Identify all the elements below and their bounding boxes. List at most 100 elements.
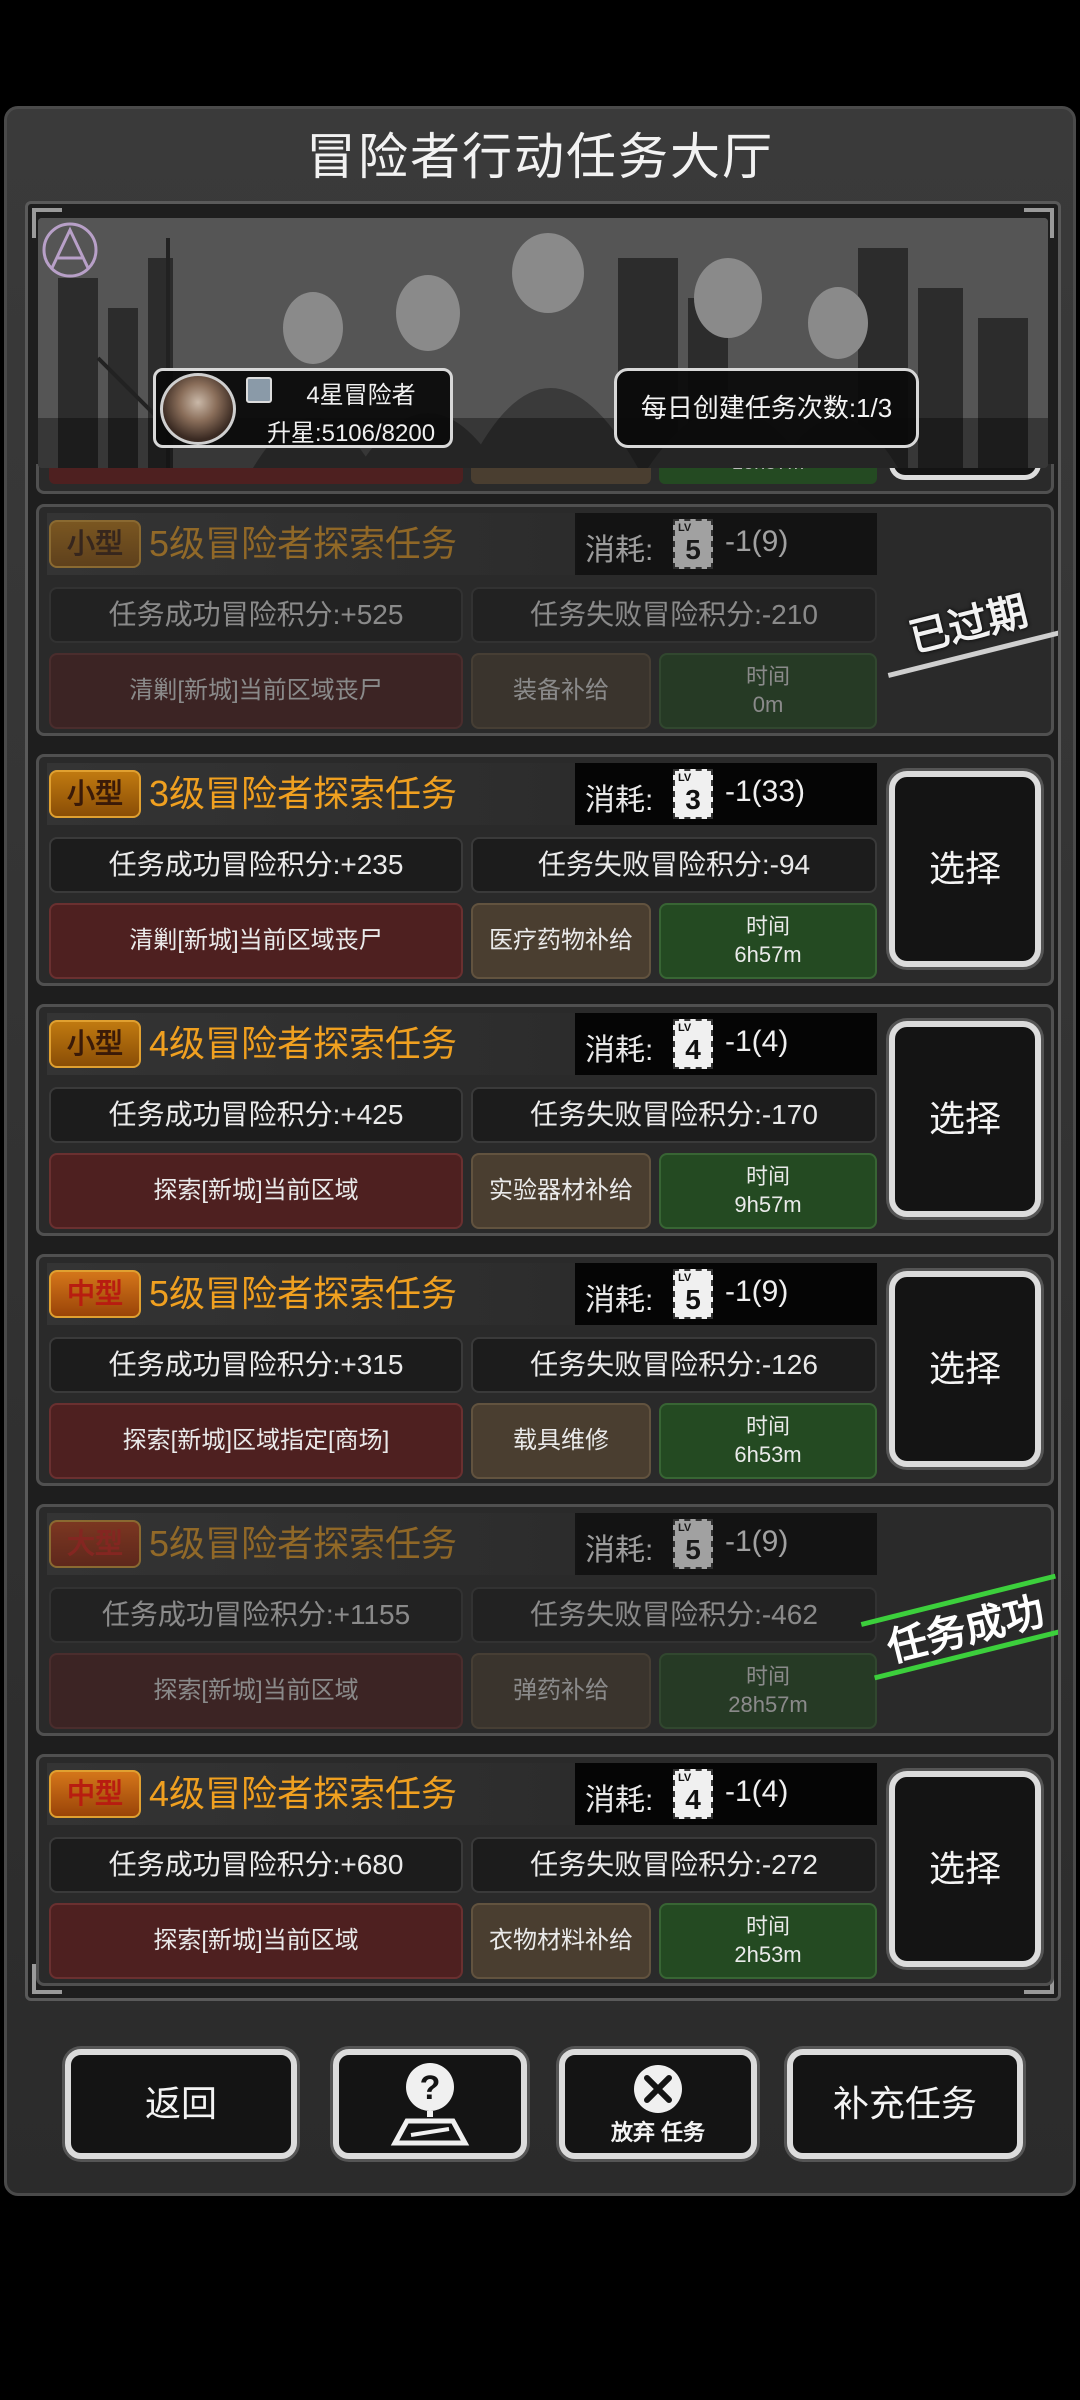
success-score: 任务成功冒险积分:+680 [49,1837,463,1893]
mission-title: 4级冒险者探索任务 [149,1773,458,1814]
mission-title: 5级冒险者探索任务 [149,523,458,564]
mission-list-frame[interactable]: 10h57m [25,201,1061,2001]
time-value: 28h57m [728,1692,808,1717]
mission-target: 探索[新城]当前区域 [49,1653,463,1729]
fail-score: 任务失败冒险积分:-272 [471,1837,877,1893]
mission-cost: 消耗: 4 -1(4) [575,1763,877,1825]
mission-time: 时间 28h57m [659,1653,877,1729]
level-ticket-icon: 5 [673,519,713,569]
time-value: 6h57m [734,942,802,967]
mission-title: 5级冒险者探索任务 [149,1523,458,1564]
level-ticket-icon: 3 [673,769,713,819]
success-score: 任务成功冒险积分:+1155 [49,1587,463,1643]
select-mission-button[interactable]: 选择 [889,1271,1041,1467]
mission-reward: 载具维修 [471,1403,651,1479]
expired-stamp: 已过期 [874,576,1058,678]
time-value: 0m [752,692,784,717]
mission-card: 大型 5级冒险者探索任务 消耗: 5 -1(9) 任务成功冒险积分:+1155 … [36,1504,1058,1736]
mission-cost: 消耗: 5 -1(9) [575,1513,877,1575]
cost-value: -1(4) [725,1025,789,1058]
fail-score: 任务失败冒险积分:-126 [471,1337,877,1393]
fail-score: 任务失败冒险积分:-94 [471,837,877,893]
cost-value: -1(9) [725,1525,789,1558]
mission-target: 探索[新城]当前区域 [49,1153,463,1229]
time-value: 9h57m [734,1192,802,1217]
abandon-mission-label: 放弃 任务 [610,2120,706,2145]
mission-card: 中型 5级冒险者探索任务 消耗: 5 -1(9) 任务成功冒险积分:+315 任… [36,1254,1054,1486]
cost-label: 消耗: [585,534,654,567]
select-mission-button[interactable]: 选择 [889,1021,1041,1217]
page-title: 冒险者行动任务大厅 [306,129,774,185]
success-score: 任务成功冒险积分:+425 [49,1087,463,1143]
help-button[interactable]: ? [333,2049,527,2159]
faction-emblem-icon [42,222,98,278]
time-label: 时间 [745,664,790,689]
fail-score: 任务失败冒险积分:-210 [471,587,877,643]
rank-title: 4星冒险者 [306,382,416,409]
cost-label: 消耗: [585,1784,654,1817]
mission-reward: 衣物材料补给 [471,1903,651,1979]
cost-value: -1(9) [725,525,789,558]
mission-reward: 实验器材补给 [471,1153,651,1229]
mission-size-badge: 小型 [49,520,141,568]
mission-size-badge: 大型 [49,1520,141,1568]
time-value: 2h53m [734,1942,802,1967]
mission-cost: 消耗: 4 -1(4) [575,1013,877,1075]
select-mission-button[interactable]: 选择 [889,1771,1041,1967]
mission-target: 探索[新城]区域指定[商场] [49,1403,463,1479]
back-button[interactable]: 返回 [65,2049,297,2159]
time-label: 时间 [745,1414,790,1439]
success-score: 任务成功冒险积分:+235 [49,837,463,893]
supplement-mission-label: 补充任务 [832,2083,977,2124]
level-ticket-icon: 4 [673,1019,713,1069]
cost-label: 消耗: [585,1034,654,1067]
mission-reward: 弹药补给 [471,1653,651,1729]
fail-score: 任务失败冒险积分:-462 [471,1587,877,1643]
time-label: 时间 [745,1164,790,1189]
mission-card: 小型 3级冒险者探索任务 消耗: 3 -1(33) 任务成功冒险积分:+235 … [36,754,1054,986]
abandon-mission-button[interactable]: 放弃 任务 [559,2049,757,2159]
success-score: 任务成功冒险积分:+525 [49,587,463,643]
mission-time: 时间 9h57m [659,1153,877,1229]
cost-value: -1(4) [725,1775,789,1808]
mission-card: 中型 4级冒险者探索任务 消耗: 4 -1(4) 任务成功冒险积分:+680 任… [36,1754,1054,1986]
supplement-mission-button[interactable]: 补充任务 [787,2049,1023,2159]
mission-target: 探索[新城]当前区域 [49,1903,463,1979]
mission-time: 时间 6h57m [659,903,877,979]
mission-cost: 消耗: 5 -1(9) [575,513,877,575]
mission-target: 清剿[新城]当前区域丧尸 [49,903,463,979]
mission-title: 5级冒险者探索任务 [149,1273,458,1314]
mission-card: 小型 4级冒险者探索任务 消耗: 4 -1(4) 任务成功冒险积分:+425 任… [36,1004,1054,1236]
cost-label: 消耗: [585,784,654,817]
mission-size-badge: 小型 [49,1020,141,1068]
cost-value: -1(33) [725,775,806,808]
mission-time: 时间 0m [659,653,877,729]
level-ticket-icon: 4 [673,1769,713,1819]
rank-star-icon [246,377,272,403]
fail-score: 任务失败冒险积分:-170 [471,1087,877,1143]
avatar[interactable] [160,373,236,445]
mission-title: 4级冒险者探索任务 [149,1023,458,1064]
select-mission-button[interactable]: 选择 [889,771,1041,967]
cost-label: 消耗: [585,1284,654,1317]
mission-size-badge: 中型 [49,1270,141,1318]
time-value: 6h53m [734,1442,802,1467]
time-label: 时间 [745,1914,790,1939]
time-label: 时间 [745,1664,790,1689]
success-score: 任务成功冒险积分:+315 [49,1337,463,1393]
level-ticket-icon: 5 [673,1269,713,1319]
mission-title: 3级冒险者探索任务 [149,773,458,814]
mission-time: 时间 2h53m [659,1903,877,1979]
adventurer-rank-box[interactable]: 4星冒险者 升星:5106/8200 [153,368,453,448]
mission-size-badge: 小型 [49,770,141,818]
cost-label: 消耗: [585,1534,654,1567]
level-ticket-icon: 5 [673,1519,713,1569]
daily-create-count: 每日创建任务次数:1/3 [614,368,919,448]
mission-size-badge: 中型 [49,1770,141,1818]
cost-value: -1(9) [725,1275,789,1308]
mission-cost: 消耗: 5 -1(9) [575,1263,877,1325]
mission-cost: 消耗: 3 -1(33) [575,763,877,825]
completed-stamp: 任务成功 [860,1573,1058,1681]
rank-upgrade-progress: 升星:5106/8200 [266,420,436,447]
svg-text:?: ? [420,2069,441,2107]
